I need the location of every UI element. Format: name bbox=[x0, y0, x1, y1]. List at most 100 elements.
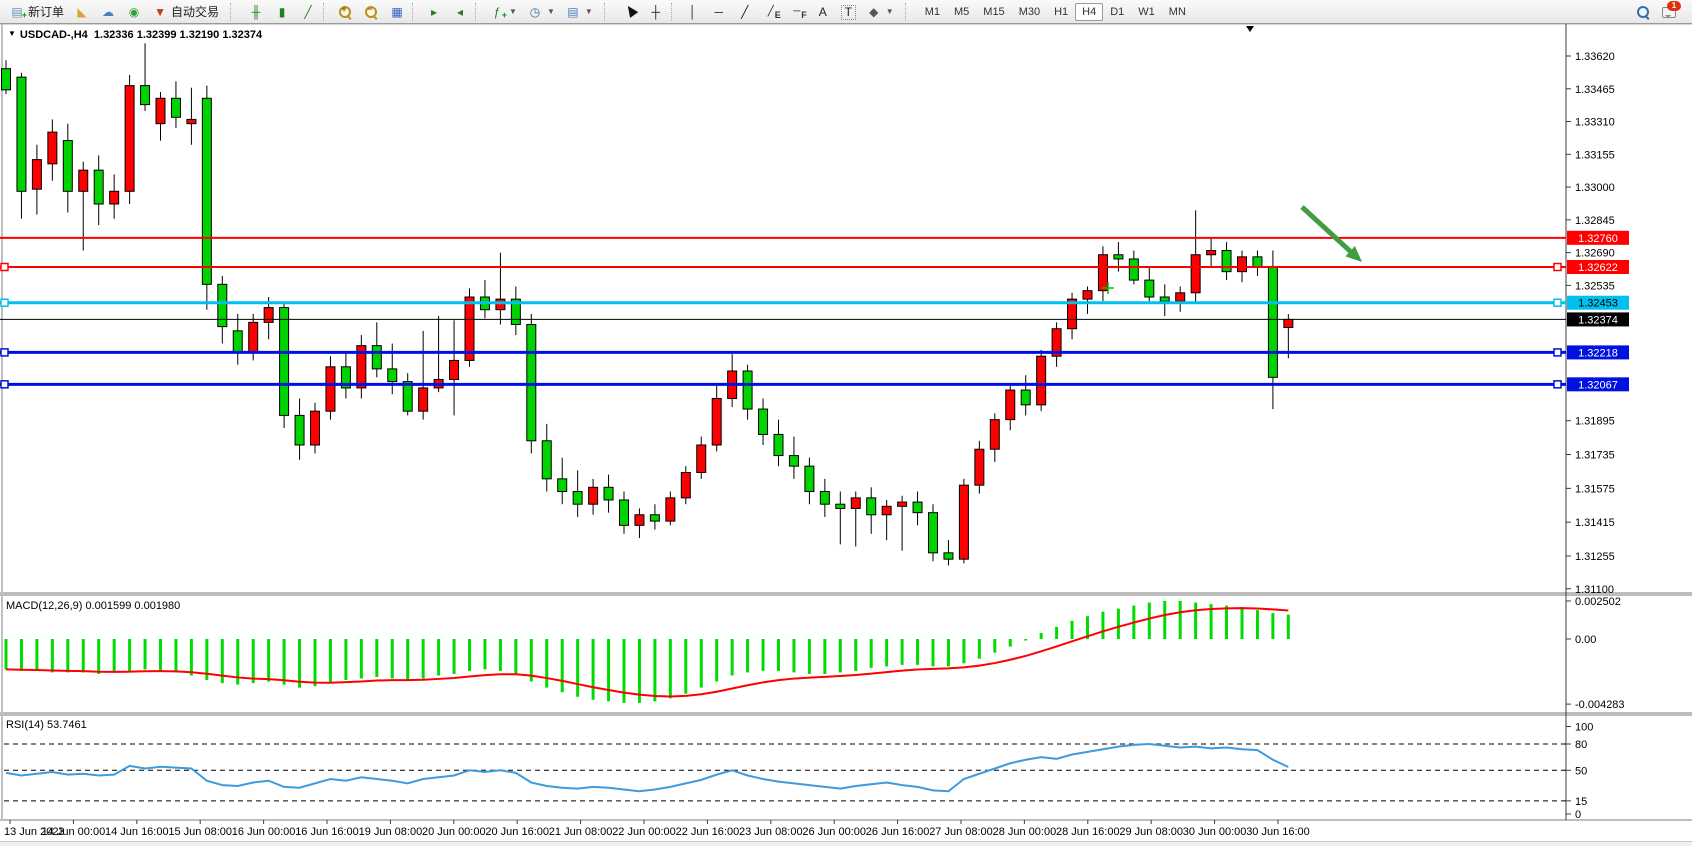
text-icon: A bbox=[815, 4, 831, 20]
text-label-button[interactable]: T bbox=[836, 2, 861, 22]
chart-shift-button[interactable]: ◂ bbox=[447, 2, 473, 22]
toolbar-separator bbox=[323, 3, 330, 21]
timeframe-m1-button[interactable]: M1 bbox=[918, 3, 947, 21]
text-label-icon: T bbox=[841, 5, 856, 20]
megaphone-icon: ◣ bbox=[74, 4, 90, 20]
timeframe-h1-button[interactable]: H1 bbox=[1047, 3, 1075, 21]
svg-text:1.32845: 1.32845 bbox=[1575, 215, 1615, 227]
timeframe-m5-button[interactable]: M5 bbox=[947, 3, 976, 21]
svg-text:1.31415: 1.31415 bbox=[1575, 517, 1615, 529]
svg-text:21 Jun 08:00: 21 Jun 08:00 bbox=[549, 826, 613, 838]
svg-text:30 Jun 16:00: 30 Jun 16:00 bbox=[1246, 826, 1310, 838]
new-order-label: 新订单 bbox=[28, 3, 64, 20]
community-button[interactable]: ☁ bbox=[95, 2, 121, 22]
bar-chart-type-button[interactable]: ╫ bbox=[243, 2, 269, 22]
channel-icon: ╱E bbox=[763, 4, 779, 20]
rsi-indicator-label: RSI(14) 53.7461 bbox=[6, 719, 87, 731]
crosshair-icon: ┼ bbox=[648, 4, 664, 20]
line-chart-type-icon: ╱ bbox=[300, 4, 316, 20]
svg-text:1.32218: 1.32218 bbox=[1578, 347, 1618, 359]
shapes-icon: ◆ bbox=[866, 4, 882, 20]
search-button[interactable] bbox=[1630, 2, 1656, 22]
candle-chart-type-button[interactable]: ▮ bbox=[269, 2, 295, 22]
timeframe-mn-button[interactable]: MN bbox=[1162, 3, 1193, 21]
svg-text:22 Jun 16:00: 22 Jun 16:00 bbox=[676, 826, 740, 838]
auto-trading-icon: ▼ bbox=[152, 4, 168, 20]
chart-shift-icon: ◂ bbox=[452, 4, 468, 20]
toolbar-separator bbox=[604, 3, 611, 21]
chevron-down-icon: ▼ bbox=[509, 7, 517, 16]
templates-icon: ▤ bbox=[565, 4, 581, 20]
chevron-down-icon: ▼ bbox=[547, 7, 555, 16]
svg-text:1.31895: 1.31895 bbox=[1575, 416, 1615, 428]
symbol-period-label: USDCAD-,H4 bbox=[20, 29, 88, 41]
text-button[interactable]: A bbox=[810, 2, 836, 22]
chart-area[interactable]: 1.327601.326221.324531.322181.320671.323… bbox=[0, 23, 1692, 846]
svg-text:26 Jun 16:00: 26 Jun 16:00 bbox=[866, 826, 930, 838]
shapes-button[interactable]: ◆▼ bbox=[861, 2, 899, 22]
chevron-down-icon: ▼ bbox=[886, 7, 894, 16]
svg-text:26 Jun 00:00: 26 Jun 00:00 bbox=[802, 826, 866, 838]
timeframe-m30-button[interactable]: M30 bbox=[1012, 3, 1047, 21]
auto-trading-button[interactable]: ▼ 自动交易 bbox=[147, 1, 224, 22]
zoom-in-icon: + bbox=[337, 4, 353, 20]
svg-text:0: 0 bbox=[1575, 809, 1581, 821]
svg-text:0.002502: 0.002502 bbox=[1575, 596, 1621, 608]
periods-icon: ◷ bbox=[527, 4, 543, 20]
notification-badge: 1 bbox=[1667, 1, 1681, 11]
auto-scroll-button[interactable]: ▸ bbox=[421, 2, 447, 22]
crosshair-button[interactable]: ┼ bbox=[643, 2, 669, 22]
vertical-line-icon: │ bbox=[685, 4, 701, 20]
timeframe-m15-button[interactable]: M15 bbox=[976, 3, 1011, 21]
svg-text:14 Jun 16:00: 14 Jun 16:00 bbox=[105, 826, 169, 838]
indicators-button[interactable]: ƒ+ ▼ bbox=[484, 2, 522, 22]
horizontal-line-button[interactable]: ─ bbox=[706, 2, 732, 22]
svg-text:1.32374: 1.32374 bbox=[1578, 314, 1618, 326]
templates-button[interactable]: ▤▼ bbox=[560, 2, 598, 22]
zoom-in-button[interactable]: + bbox=[332, 2, 358, 22]
timeframe-h4-button[interactable]: H4 bbox=[1075, 3, 1103, 21]
svg-text:1.31575: 1.31575 bbox=[1575, 483, 1615, 495]
svg-text:100: 100 bbox=[1575, 722, 1593, 734]
timeframe-d1-button[interactable]: D1 bbox=[1103, 3, 1131, 21]
toolbar-separator bbox=[230, 3, 237, 21]
svg-text:50: 50 bbox=[1575, 765, 1587, 777]
signals-icon: ◉ bbox=[126, 4, 142, 20]
line-chart-type-button[interactable]: ╱ bbox=[295, 2, 321, 22]
signals-button[interactable]: ◉ bbox=[121, 2, 147, 22]
svg-text:1.31255: 1.31255 bbox=[1575, 551, 1615, 563]
svg-text:1.32690: 1.32690 bbox=[1575, 248, 1615, 260]
svg-text:20 Jun 16:00: 20 Jun 16:00 bbox=[485, 826, 549, 838]
cursor-icon bbox=[622, 4, 638, 20]
svg-text:15: 15 bbox=[1575, 796, 1587, 808]
horizontal-line-icon: ─ bbox=[711, 4, 727, 20]
vertical-line-button[interactable]: │ bbox=[680, 2, 706, 22]
toolbar-separator bbox=[475, 3, 482, 21]
svg-text:1.33620: 1.33620 bbox=[1575, 51, 1615, 63]
notifications-button[interactable]: 1 bbox=[1656, 2, 1682, 22]
cursor-button[interactable] bbox=[617, 2, 643, 22]
svg-text:28 Jun 16:00: 28 Jun 16:00 bbox=[1056, 826, 1120, 838]
megaphone-button[interactable]: ◣ bbox=[69, 2, 95, 22]
zoom-out-button[interactable]: − bbox=[358, 2, 384, 22]
channel-button[interactable]: ╱E bbox=[758, 2, 784, 22]
svg-text:0.00: 0.00 bbox=[1575, 634, 1596, 646]
chart-canvas[interactable]: 1.327601.326221.324531.322181.320671.323… bbox=[0, 23, 1692, 846]
new-order-button[interactable]: ▤+ 新订单 bbox=[4, 1, 69, 22]
fibonacci-button[interactable]: ─F bbox=[784, 2, 810, 22]
periods-button[interactable]: ◷▼ bbox=[522, 2, 560, 22]
svg-text:15 Jun 08:00: 15 Jun 08:00 bbox=[168, 826, 232, 838]
status-strip bbox=[0, 841, 1692, 846]
macd-indicator-label: MACD(12,26,9) 0.001599 0.001980 bbox=[6, 600, 180, 612]
order-group: ▤+ 新订单 ◣ ☁ ◉ ▼ 自动交易 bbox=[0, 0, 228, 23]
tile-windows-button[interactable]: ▦ bbox=[384, 2, 410, 22]
svg-text:19 Jun 08:00: 19 Jun 08:00 bbox=[359, 826, 423, 838]
bar-chart-type-icon: ╫ bbox=[248, 4, 264, 20]
timeframe-w1-button[interactable]: W1 bbox=[1131, 3, 1162, 21]
trendline-button[interactable]: ╱ bbox=[732, 2, 758, 22]
svg-text:1.33155: 1.33155 bbox=[1575, 149, 1615, 161]
zoom-out-icon: − bbox=[363, 4, 379, 20]
new-order-icon: ▤+ bbox=[9, 4, 25, 20]
svg-text:1.32535: 1.32535 bbox=[1575, 280, 1615, 292]
indicators-icon: ƒ+ bbox=[489, 4, 505, 20]
